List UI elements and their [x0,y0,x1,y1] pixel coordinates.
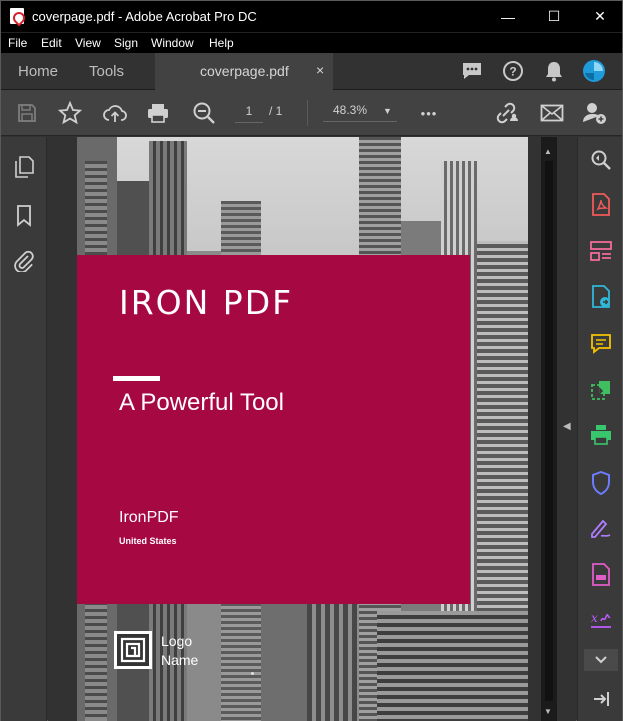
share-link-icon[interactable] [493,99,521,127]
company-country: United States [119,536,177,546]
organize-pages-icon[interactable] [588,238,614,264]
add-user-icon[interactable] [581,99,609,127]
bookmarks-icon[interactable] [12,204,36,228]
acrobat-window: coverpage.pdf - Adobe Acrobat Pro DC — ☐… [0,0,623,721]
logo-name-text: Logo Name [161,633,199,668]
maximize-button[interactable]: ☐ [531,1,577,32]
more-tools-button[interactable]: ••• [415,99,443,127]
more-tools-chevron-down-icon[interactable] [584,649,618,671]
prepare-form-icon[interactable]: x [588,607,614,633]
save-icon[interactable] [13,99,41,127]
title-accent-bar [113,376,160,381]
logo-mark-icon [114,631,152,669]
attachments-paperclip-icon[interactable] [12,249,36,273]
main-toolbar: 1 / 1 48.3% ▼ ••• [1,90,622,136]
cover-title: IRON PDF [119,283,294,322]
menu-help[interactable]: Help [209,36,234,50]
right-tools-pane: x [577,137,622,721]
bookmark-star-icon[interactable] [56,99,84,127]
document-viewport: IRON PDF A Powerful Tool IronPDF United … [48,137,576,721]
protect-icon[interactable] [588,470,614,496]
tab-tools[interactable]: Tools [89,63,124,80]
toolbar-divider [307,100,308,126]
decorative-dot [251,672,254,675]
svg-text:x: x [591,611,598,625]
collapse-right-pane-arrow-icon[interactable]: ◀ [563,421,571,432]
scroll-up-arrow-icon[interactable]: ▲ [544,147,552,156]
tab-home[interactable]: Home [18,63,58,80]
close-window-button[interactable]: ✕ [577,1,623,32]
scrollbar-thumb[interactable] [545,161,553,701]
compress-pdf-icon[interactable] [588,562,614,588]
title-bar: coverpage.pdf - Adobe Acrobat Pro DC — ☐… [1,1,622,32]
combine-files-icon[interactable] [588,377,614,403]
menu-window[interactable]: Window [151,36,194,50]
print-production-icon[interactable] [588,422,614,448]
help-icon[interactable]: ? [500,58,526,84]
page-total: / 1 [269,104,283,118]
pdf-page: IRON PDF A Powerful Tool IronPDF United … [77,137,528,721]
create-pdf-icon[interactable] [588,192,614,218]
tab-close-button[interactable]: × [316,62,324,78]
enhance-scans-icon[interactable] [588,147,614,173]
menu-sign[interactable]: Sign [114,36,138,50]
svg-text:?: ? [509,65,516,79]
left-navigation-pane [1,137,47,721]
tab-bar: Home Tools coverpage.pdf × ? [1,53,622,90]
menu-view[interactable]: View [75,36,101,50]
fill-sign-icon[interactable] [588,515,614,541]
collapse-tools-pane-icon[interactable] [588,686,614,712]
account-avatar-icon[interactable] [581,58,607,84]
export-pdf-icon[interactable] [588,284,614,310]
title-panel: IRON PDF A Powerful Tool IronPDF United … [77,255,470,604]
vertical-scrollbar[interactable]: ▲ ▼ [541,137,557,721]
cover-subtitle: A Powerful Tool [119,389,284,416]
zoom-out-icon[interactable] [190,99,218,127]
scroll-down-arrow-icon[interactable]: ▼ [544,707,552,716]
print-icon[interactable] [144,99,172,127]
share-upload-icon[interactable] [101,99,129,127]
acrobat-logo-icon [10,8,24,24]
tab-document[interactable]: coverpage.pdf × [155,53,333,90]
comment-icon[interactable] [588,331,614,357]
notifications-bell-icon[interactable] [541,58,567,84]
company-name: IronPDF [119,509,179,526]
chevron-down-icon[interactable]: ▼ [383,106,392,116]
comments-icon[interactable] [459,58,485,84]
menu-file[interactable]: File [8,36,27,50]
minimize-button[interactable]: — [485,1,531,32]
email-icon[interactable] [538,99,566,127]
page-thumbnails-icon[interactable] [12,155,36,179]
tab-document-label: coverpage.pdf [200,63,289,79]
menu-bar: File Edit View Sign Window Help [1,32,622,53]
window-title: coverpage.pdf - Adobe Acrobat Pro DC [32,9,257,24]
menu-edit[interactable]: Edit [41,36,62,50]
page-number-input[interactable]: 1 [235,104,263,123]
